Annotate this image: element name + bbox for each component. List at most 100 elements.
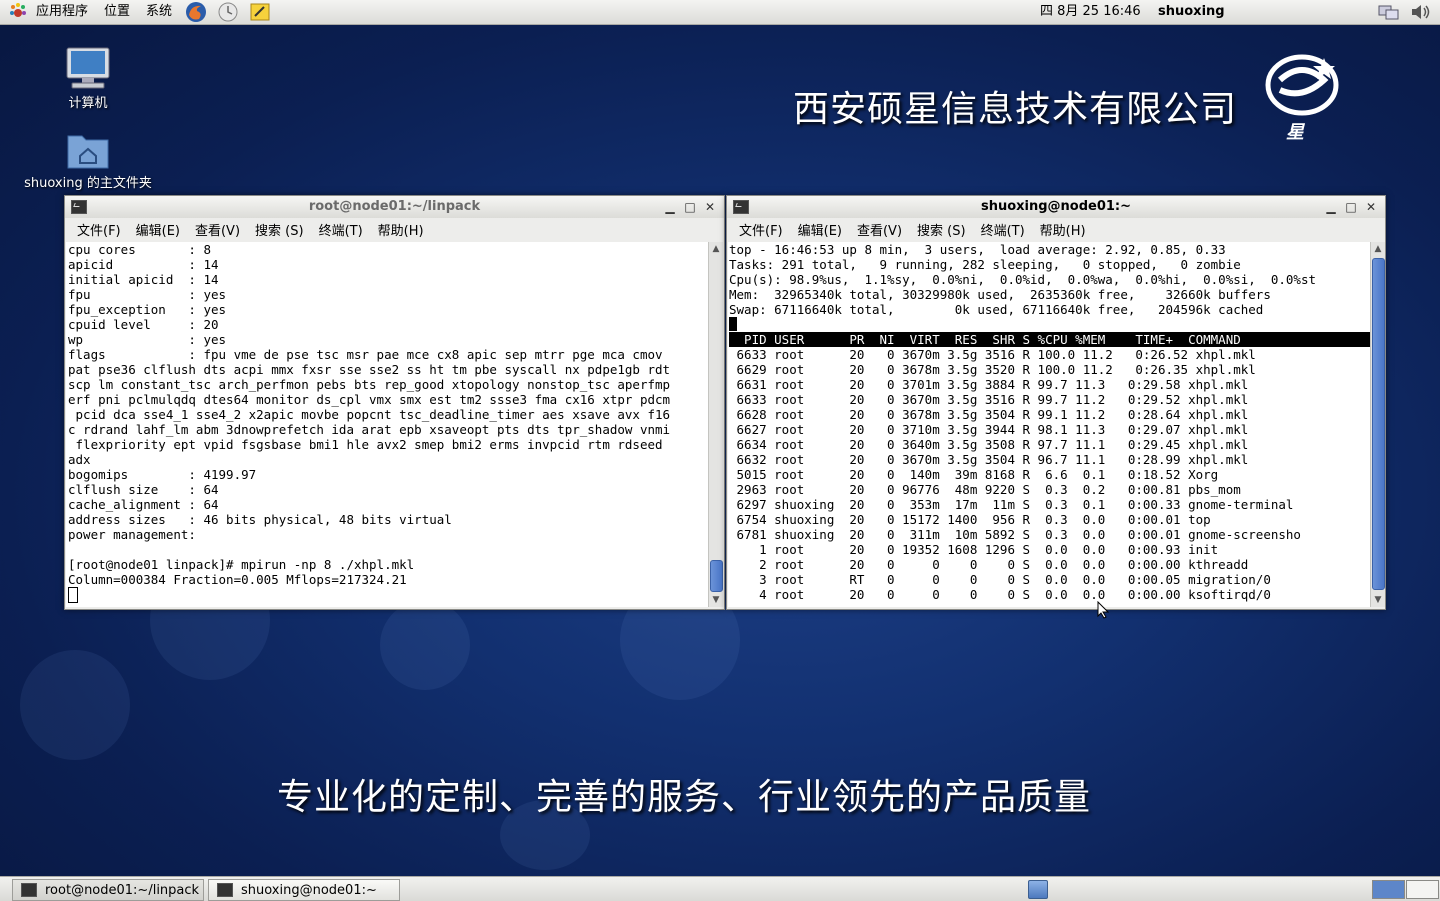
workspace-1[interactable] bbox=[1372, 880, 1405, 899]
menu-system[interactable]: 系统 bbox=[138, 0, 180, 24]
vertical-scrollbar[interactable]: ▲ ▼ bbox=[1370, 242, 1385, 607]
taskbar-button-shuoxing[interactable]: shuoxing@node01:~ bbox=[208, 879, 400, 901]
close-button[interactable]: ✕ bbox=[700, 197, 720, 217]
top-panel: 应用程序 位置 系统 四 8月 25 16:46 shuoxing bbox=[0, 0, 1440, 25]
workspace-2[interactable] bbox=[1406, 880, 1439, 899]
window-titlebar[interactable]: shuoxing@node01:~ ▁ □ ✕ bbox=[727, 196, 1385, 218]
process-row: 6754 shuoxing 20 0 15172 1400 956 R 0.3 … bbox=[729, 512, 1211, 527]
process-row: 6634 root 20 0 3640m 3.5g 3508 R 97.7 11… bbox=[729, 437, 1249, 452]
process-row: 1 root 20 0 19352 1608 1296 S 0.0 0.0 0:… bbox=[729, 542, 1219, 557]
terminal-line: flexpriority ept vpid fsgsbase bmi1 hle … bbox=[68, 437, 663, 452]
menu-applications[interactable]: 应用程序 bbox=[28, 0, 96, 24]
terminal-menubar: 文件(F) 编辑(E) 查看(V) 搜索 (S) 终端(T) 帮助(H) bbox=[65, 218, 724, 241]
menu-edit[interactable]: 编辑(E) bbox=[130, 220, 186, 239]
process-row: 6631 root 20 0 3701m 3.5g 3884 R 99.7 11… bbox=[729, 377, 1249, 392]
volume-icon[interactable] bbox=[1410, 3, 1432, 21]
mail-icon[interactable] bbox=[217, 1, 239, 23]
minimize-button[interactable]: ▁ bbox=[660, 197, 680, 217]
show-desktop-icon[interactable] bbox=[1028, 880, 1048, 899]
top-output[interactable]: top - 16:46:53 up 8 min, 3 users, load a… bbox=[728, 242, 1371, 607]
home-folder-icon bbox=[66, 130, 110, 170]
scrollbar-thumb[interactable] bbox=[1372, 258, 1385, 590]
menu-help[interactable]: 帮助(H) bbox=[1034, 220, 1092, 239]
menu-file[interactable]: 文件(F) bbox=[733, 220, 789, 239]
terminal-line: pat pse36 clflush dts acpi mmx fxsr sse … bbox=[68, 362, 671, 377]
notes-icon[interactable] bbox=[249, 1, 271, 23]
scroll-down-arrow[interactable]: ▼ bbox=[1371, 593, 1385, 607]
terminal-window-linpack[interactable]: root@node01:~/linpack ▁ □ ✕ 文件(F) 编辑(E) … bbox=[64, 195, 725, 610]
network-icon[interactable] bbox=[1378, 3, 1400, 21]
terminal-output[interactable]: cpu cores : 8 apicid : 14 initial apicid :… bbox=[66, 242, 710, 607]
terminal-line: [root@node01 linpack]# mpirun -np 8 ./xh… bbox=[68, 557, 415, 572]
company-name: 西安硕星信息技术有限公司 bbox=[793, 89, 1238, 130]
menu-search[interactable]: 搜索 (S) bbox=[249, 220, 310, 239]
background-bokeh bbox=[380, 600, 470, 690]
window-titlebar[interactable]: root@node01:~/linpack ▁ □ ✕ bbox=[65, 196, 724, 218]
menu-terminal[interactable]: 终端(T) bbox=[313, 220, 369, 239]
vertical-scrollbar[interactable]: ▲ ▼ bbox=[708, 242, 723, 607]
desktop-icon-computer[interactable]: 计算机 bbox=[18, 46, 158, 111]
terminal-line: initial apicid : 14 bbox=[68, 272, 219, 287]
terminal-line: cpuid level : 20 bbox=[68, 317, 219, 332]
scroll-down-arrow[interactable]: ▼ bbox=[709, 593, 723, 607]
gnome-foot-icon[interactable] bbox=[8, 2, 28, 22]
mouse-pointer-icon bbox=[1097, 600, 1110, 623]
scroll-up-arrow[interactable]: ▲ bbox=[1371, 242, 1385, 256]
menu-terminal[interactable]: 终端(T) bbox=[975, 220, 1031, 239]
menu-file[interactable]: 文件(F) bbox=[71, 220, 127, 239]
desktop-icon-label: 计算机 bbox=[68, 96, 108, 111]
top-summary-line: Cpu(s): 98.9%us, 1.1%sy, 0.0%ni, 0.0%id,… bbox=[729, 272, 1316, 287]
menu-view[interactable]: 查看(V) bbox=[189, 220, 246, 239]
top-summary-line: Mem: 32965340k total, 30329980k used, 26… bbox=[729, 287, 1271, 302]
menu-help[interactable]: 帮助(H) bbox=[372, 220, 430, 239]
terminal-icon bbox=[217, 883, 233, 897]
desktop-icon-home-folder[interactable]: shuoxing 的主文件夹 bbox=[18, 130, 158, 191]
panel-username[interactable]: shuoxing bbox=[1158, 0, 1225, 24]
system-tray bbox=[1378, 0, 1432, 24]
terminal-menubar: 文件(F) 编辑(E) 查看(V) 搜索 (S) 终端(T) 帮助(H) bbox=[727, 218, 1385, 241]
minimize-button[interactable]: ▁ bbox=[1321, 197, 1341, 217]
background-bokeh bbox=[20, 650, 130, 760]
terminal-line: erf pni pclmulqdq dtes64 monitor ds_cpl … bbox=[68, 392, 671, 407]
process-table-header: PID USER PR NI VIRT RES SHR S %CPU %MEM … bbox=[729, 332, 1371, 347]
menu-edit[interactable]: 编辑(E) bbox=[792, 220, 848, 239]
process-row: 6633 root 20 0 3670m 3.5g 3516 R 99.7 11… bbox=[729, 392, 1249, 407]
terminal-line: c rdrand lahf_lm abm 3dnowprefetch ida a… bbox=[68, 422, 671, 437]
menu-places[interactable]: 位置 bbox=[96, 0, 138, 24]
process-row: 6297 shuoxing 20 0 353m 17m 11m S 0.3 0.… bbox=[729, 497, 1294, 512]
maximize-button[interactable]: □ bbox=[1341, 197, 1361, 217]
terminal-cursor bbox=[68, 587, 710, 603]
maximize-button[interactable]: □ bbox=[680, 197, 700, 217]
scrollbar-thumb[interactable] bbox=[710, 560, 723, 592]
terminal-line: address sizes : 46 bits physical, 48 bit… bbox=[68, 512, 452, 527]
process-row: 6628 root 20 0 3678m 3.5g 3504 R 99.1 11… bbox=[729, 407, 1249, 422]
menu-view[interactable]: 查看(V) bbox=[851, 220, 908, 239]
taskbar-label: root@node01:~/linpack bbox=[45, 882, 200, 898]
close-button[interactable]: ✕ bbox=[1361, 197, 1381, 217]
taskbar-button-linpack[interactable]: root@node01:~/linpack bbox=[12, 879, 204, 901]
process-row: 6633 root 20 0 3670m 3.5g 3516 R 100.0 1… bbox=[729, 347, 1256, 362]
desktop-icon-label: shuoxing 的主文件夹 bbox=[24, 176, 152, 191]
terminal-cursor bbox=[729, 317, 1371, 332]
process-row: 6629 root 20 0 3678m 3.5g 3520 R 100.0 1… bbox=[729, 362, 1256, 377]
window-title: root@node01:~/linpack bbox=[308, 199, 481, 214]
company-logo: 星 bbox=[1262, 50, 1342, 149]
window-title: shuoxing@node01:~ bbox=[980, 199, 1132, 214]
menu-search[interactable]: 搜索 (S) bbox=[911, 220, 972, 239]
terminal-line: fpu_exception : yes bbox=[68, 302, 227, 317]
panel-clock[interactable]: 四 8月 25 16:46 bbox=[1040, 0, 1141, 24]
terminal-line: flags : fpu vme de pse tsc msr pae mce c… bbox=[68, 347, 663, 362]
scroll-up-arrow[interactable]: ▲ bbox=[709, 242, 723, 256]
terminal-window-top[interactable]: shuoxing@node01:~ ▁ □ ✕ 文件(F) 编辑(E) 查看(V… bbox=[726, 195, 1386, 610]
taskbar-label: shuoxing@node01:~ bbox=[241, 882, 377, 898]
top-summary-line: Tasks: 291 total, 9 running, 282 sleepin… bbox=[729, 257, 1241, 272]
terminal-line: pcid dca sse4_1 sse4_2 x2apic movbe popc… bbox=[68, 407, 671, 422]
company-slogan: 专业化的定制、完善的服务、行业领先的产品质量 bbox=[277, 777, 1092, 818]
terminal-line: power management: bbox=[68, 527, 196, 542]
terminal-line: scp lm constant_tsc arch_perfmon pebs bt… bbox=[68, 377, 671, 392]
terminal-line: apicid : 14 bbox=[68, 257, 219, 272]
firefox-icon[interactable] bbox=[185, 1, 207, 23]
workspace-switcher[interactable] bbox=[1372, 880, 1439, 899]
terminal-line: adx bbox=[68, 452, 91, 467]
